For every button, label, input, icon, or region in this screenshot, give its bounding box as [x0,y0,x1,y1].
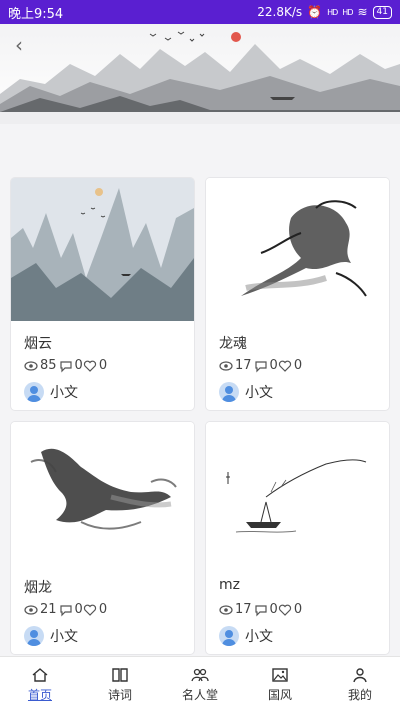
home-icon [32,668,48,682]
author-row[interactable]: 小文 [24,626,78,646]
author-row[interactable]: 小文 [24,382,78,402]
tab-poetry-label: 诗词 [107,688,132,702]
avatar [24,382,44,402]
alarm-icon: ⏰ [307,5,323,19]
comment-icon[interactable] [59,603,73,617]
author-name: 小文 [50,629,78,645]
book-icon [112,668,128,682]
author-row[interactable]: 小文 [219,382,273,402]
work-image [206,422,389,565]
work-stats: 21 0 0 [24,602,107,617]
tab-mine[interactable]: 我的 [320,657,400,711]
work-card[interactable]: mz 17 0 0 小文 [205,421,390,655]
tab-guofeng-label: 国风 [267,688,292,702]
image-icon [272,668,288,682]
comment-count: 0 [269,358,278,373]
status-bar: 晚上9:54 22.8K/s ⏰ HD HD ≋ 41 [0,0,400,24]
view-count: 21 [40,602,57,617]
signal-icon: HD [327,7,338,17]
author-name: 小文 [245,385,273,401]
tab-mine-label: 我的 [347,688,372,702]
avatar [219,382,239,402]
heart-icon[interactable] [278,359,292,373]
work-title: 龙魂 [219,336,247,352]
work-card[interactable]: 龙魂 17 0 0 小文 [205,177,390,411]
bottom-tab-bar: 首页 诗词 名人堂 国风 我的 [0,656,400,711]
author-name: 小文 [245,629,273,645]
battery-icon: 41 [372,5,392,19]
author-name: 小文 [50,385,78,401]
back-button[interactable]: ‹ [8,34,30,56]
network-speed: 22.8K/s [257,5,303,19]
comment-icon[interactable] [254,359,268,373]
view-count: 17 [235,358,252,373]
tab-hall-of-fame-label: 名人堂 [181,688,218,702]
heart-icon[interactable] [278,603,292,617]
chevron-left-icon: ‹ [15,33,23,57]
comment-icon[interactable] [254,603,268,617]
avatar [24,626,44,646]
tab-home[interactable]: 首页 [0,657,80,711]
tab-poetry[interactable]: 诗词 [80,657,160,711]
like-count: 0 [293,602,303,617]
view-count: 85 [40,358,57,373]
work-image [11,178,194,321]
heart-icon[interactable] [83,603,97,617]
tab-hall-of-fame[interactable]: 名人堂 [160,657,240,711]
work-image [11,422,194,565]
comment-icon[interactable] [59,359,73,373]
like-count: 0 [293,358,303,373]
work-card[interactable]: 烟龙 21 0 0 小文 [10,421,195,655]
author-row[interactable]: 小文 [219,626,273,646]
tab-guofeng[interactable]: 国风 [240,657,320,711]
work-stats: 17 0 0 [219,602,302,617]
heart-icon[interactable] [83,359,97,373]
comment-count: 0 [74,358,83,373]
eye-icon [219,604,233,615]
status-time: 晚上9:54 [8,6,64,22]
wifi-icon: ≋ [357,5,368,19]
like-count: 0 [98,358,108,373]
work-card[interactable]: 烟云 85 0 0 小文 [10,177,195,411]
work-grid: 烟云 85 0 0 小文 龙魂 17 0 0 小文 烟龙 21 0 0 小文 m… [0,124,400,656]
view-count: 17 [235,602,252,617]
work-image [206,178,389,321]
banner: ‹ [0,24,400,124]
work-title: 烟龙 [24,580,52,596]
people-icon [191,668,209,682]
signal-icon-2: HD [342,7,353,17]
eye-icon [24,360,38,371]
comment-count: 0 [269,602,278,617]
eye-icon [24,604,38,615]
banner-landscape [0,31,400,124]
comment-count: 0 [74,602,83,617]
work-stats: 17 0 0 [219,358,302,373]
work-stats: 85 0 0 [24,358,107,373]
person-icon [353,668,367,683]
work-title: 烟云 [24,336,52,352]
eye-icon [219,360,233,371]
tab-home-label: 首页 [27,688,52,702]
avatar [219,626,239,646]
work-title: mz [219,577,240,593]
like-count: 0 [98,602,108,617]
